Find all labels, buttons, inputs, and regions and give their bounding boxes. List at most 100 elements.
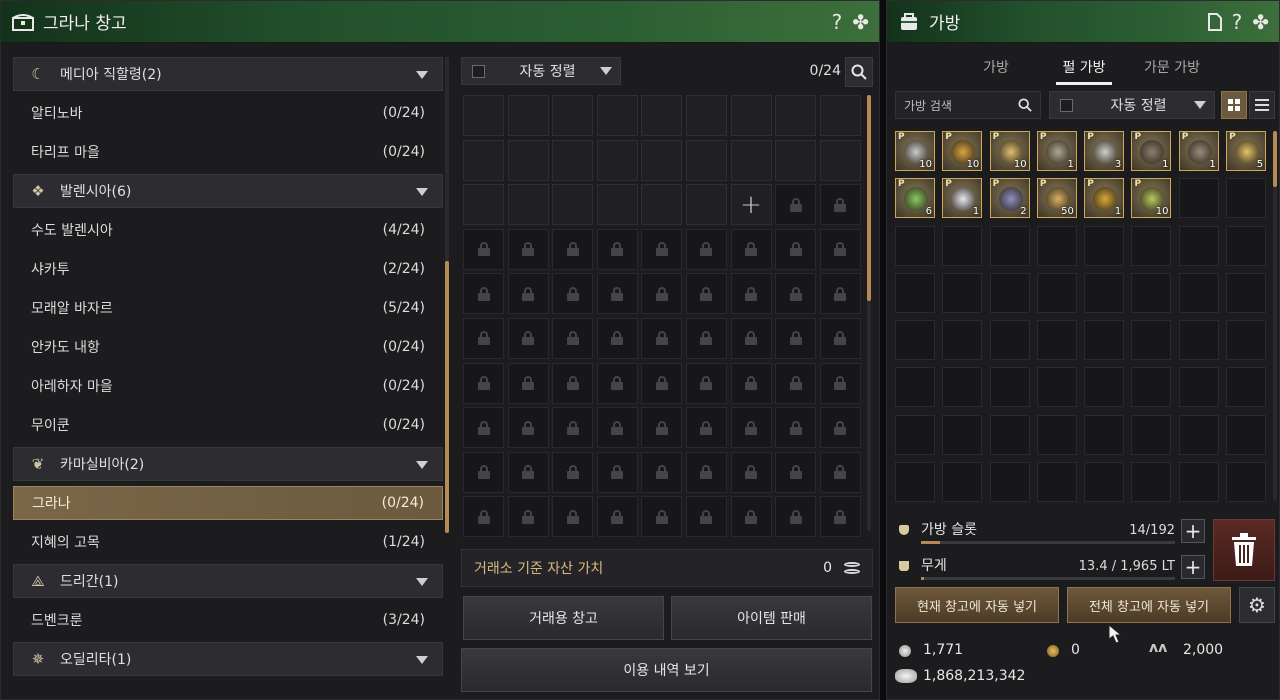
locked-slot[interactable] — [685, 496, 727, 538]
bag-slot[interactable] — [989, 272, 1030, 313]
bag-slot[interactable] — [1131, 367, 1172, 408]
locked-slot[interactable] — [775, 184, 817, 226]
bag-titlebar[interactable]: 가방 ? ✤ — [887, 1, 1279, 43]
bag-slot[interactable] — [1178, 320, 1219, 361]
city-item[interactable]: 샤카투 (2/24) — [13, 252, 443, 286]
locked-slot[interactable] — [775, 451, 817, 493]
warehouse-slot[interactable] — [507, 95, 549, 136]
sell-item-button[interactable]: 아이템 판매 — [671, 596, 872, 640]
bag-slot[interactable] — [1131, 462, 1172, 503]
bag-auto-sort-checkbox[interactable] — [1060, 98, 1073, 112]
add-slot-button[interactable]: + — [1181, 519, 1205, 543]
locked-slot[interactable] — [507, 496, 549, 538]
locked-slot[interactable] — [819, 317, 861, 359]
wing-item[interactable]: P1 — [942, 178, 983, 219]
frame-item[interactable]: P1 — [1131, 131, 1172, 171]
bag-slot[interactable] — [1036, 225, 1077, 266]
warehouse-slot[interactable] — [507, 139, 549, 181]
locked-slot[interactable] — [507, 273, 549, 315]
feather-item[interactable]: P3 — [1084, 131, 1125, 171]
bag-slot[interactable] — [1084, 462, 1125, 503]
golden-lamp-item[interactable]: P1 — [1084, 178, 1125, 219]
locked-slot[interactable] — [685, 407, 727, 449]
warehouse-slot[interactable] — [819, 139, 861, 181]
tab-family-bag[interactable]: 가문 가방 — [1128, 47, 1216, 85]
warehouse-slot[interactable] — [641, 184, 683, 226]
locked-slot[interactable] — [775, 496, 817, 538]
bag-slot[interactable] — [1036, 320, 1077, 361]
add-weight-button[interactable]: + — [1181, 555, 1205, 579]
locked-slot[interactable] — [552, 228, 594, 270]
locked-slot[interactable] — [552, 362, 594, 404]
bag-slot[interactable] — [1226, 178, 1267, 219]
warehouse-slot[interactable] — [596, 139, 638, 181]
locked-slot[interactable] — [552, 273, 594, 315]
warehouse-slot[interactable] — [463, 139, 504, 181]
trash-button[interactable] — [1213, 519, 1275, 581]
gold-coin-item[interactable]: P 10 — [942, 131, 983, 171]
bag-slot[interactable] — [1084, 367, 1125, 408]
bag-scrollbar[interactable] — [1273, 131, 1277, 501]
locked-slot[interactable] — [552, 407, 594, 449]
region-scrollbar[interactable] — [445, 57, 449, 533]
locked-slot[interactable] — [819, 228, 861, 270]
golden-vase-item[interactable]: P 10 — [989, 131, 1030, 171]
help-icon[interactable]: ? — [1232, 10, 1243, 34]
locked-slot[interactable] — [507, 451, 549, 493]
locked-slot[interactable] — [507, 407, 549, 449]
city-item[interactable]: 아레하자 마을 (0/24) — [13, 369, 443, 403]
bag-slot[interactable] — [942, 225, 983, 266]
help-icon[interactable]: ? — [832, 10, 843, 34]
region-group[interactable]: ☾ 메디아 직할령(2) — [13, 57, 443, 91]
locked-slot[interactable] — [819, 362, 861, 404]
bag-slot[interactable] — [1036, 414, 1077, 455]
document-icon[interactable] — [1207, 13, 1222, 31]
locked-slot[interactable] — [463, 407, 504, 449]
locked-slot[interactable] — [730, 317, 772, 359]
city-item[interactable]: 그라나 (0/24) — [13, 486, 443, 520]
locked-slot[interactable] — [641, 451, 683, 493]
bag-slot[interactable] — [895, 225, 935, 266]
bag-slot[interactable] — [1226, 320, 1267, 361]
locked-slot[interactable] — [463, 496, 504, 538]
locked-slot[interactable] — [775, 362, 817, 404]
locked-slot[interactable] — [819, 407, 861, 449]
locked-slot[interactable] — [596, 273, 638, 315]
locked-slot[interactable] — [641, 317, 683, 359]
bag-slot[interactable] — [1226, 462, 1267, 503]
warehouse-slot[interactable] — [685, 139, 727, 181]
bag-search-input[interactable]: 가방 검색 — [895, 91, 1041, 119]
list-view-button[interactable] — [1249, 91, 1275, 119]
region-group[interactable]: ⟁ 드리간(1) — [13, 564, 443, 598]
usage-history-button[interactable]: 이용 내역 보기 — [461, 648, 872, 692]
locked-slot[interactable] — [685, 228, 727, 270]
warehouse-slot[interactable] — [641, 95, 683, 136]
locked-slot[interactable] — [552, 496, 594, 538]
bag-slot[interactable] — [989, 320, 1030, 361]
locked-slot[interactable] — [463, 451, 504, 493]
locked-slot[interactable] — [507, 228, 549, 270]
bag-slot[interactable] — [1178, 462, 1219, 503]
search-button[interactable] — [845, 57, 873, 87]
locked-slot[interactable] — [507, 362, 549, 404]
locked-slot[interactable] — [730, 496, 772, 538]
locked-slot[interactable] — [596, 362, 638, 404]
bag-slot[interactable] — [942, 367, 983, 408]
locked-slot[interactable] — [641, 496, 683, 538]
grid-view-button[interactable] — [1221, 91, 1247, 119]
warehouse-slot[interactable] — [685, 95, 727, 136]
frame-item-2[interactable]: P1 — [1178, 131, 1219, 171]
settings-button[interactable]: ⚙ — [1239, 587, 1275, 623]
clover-icon[interactable]: ✤ — [852, 10, 869, 34]
locked-slot[interactable] — [641, 228, 683, 270]
bag-slot[interactable] — [1084, 414, 1125, 455]
city-item[interactable]: 무이쿤 (0/24) — [13, 408, 443, 442]
warehouse-slot[interactable] — [596, 95, 638, 136]
expand-slot-button[interactable]: + — [730, 184, 772, 226]
locked-slot[interactable] — [685, 317, 727, 359]
locked-slot[interactable] — [775, 407, 817, 449]
bag-slot[interactable] — [1084, 320, 1125, 361]
bag-slot[interactable] — [942, 462, 983, 503]
warehouse-slot[interactable] — [730, 139, 772, 181]
region-scroll-thumb[interactable] — [445, 261, 449, 533]
